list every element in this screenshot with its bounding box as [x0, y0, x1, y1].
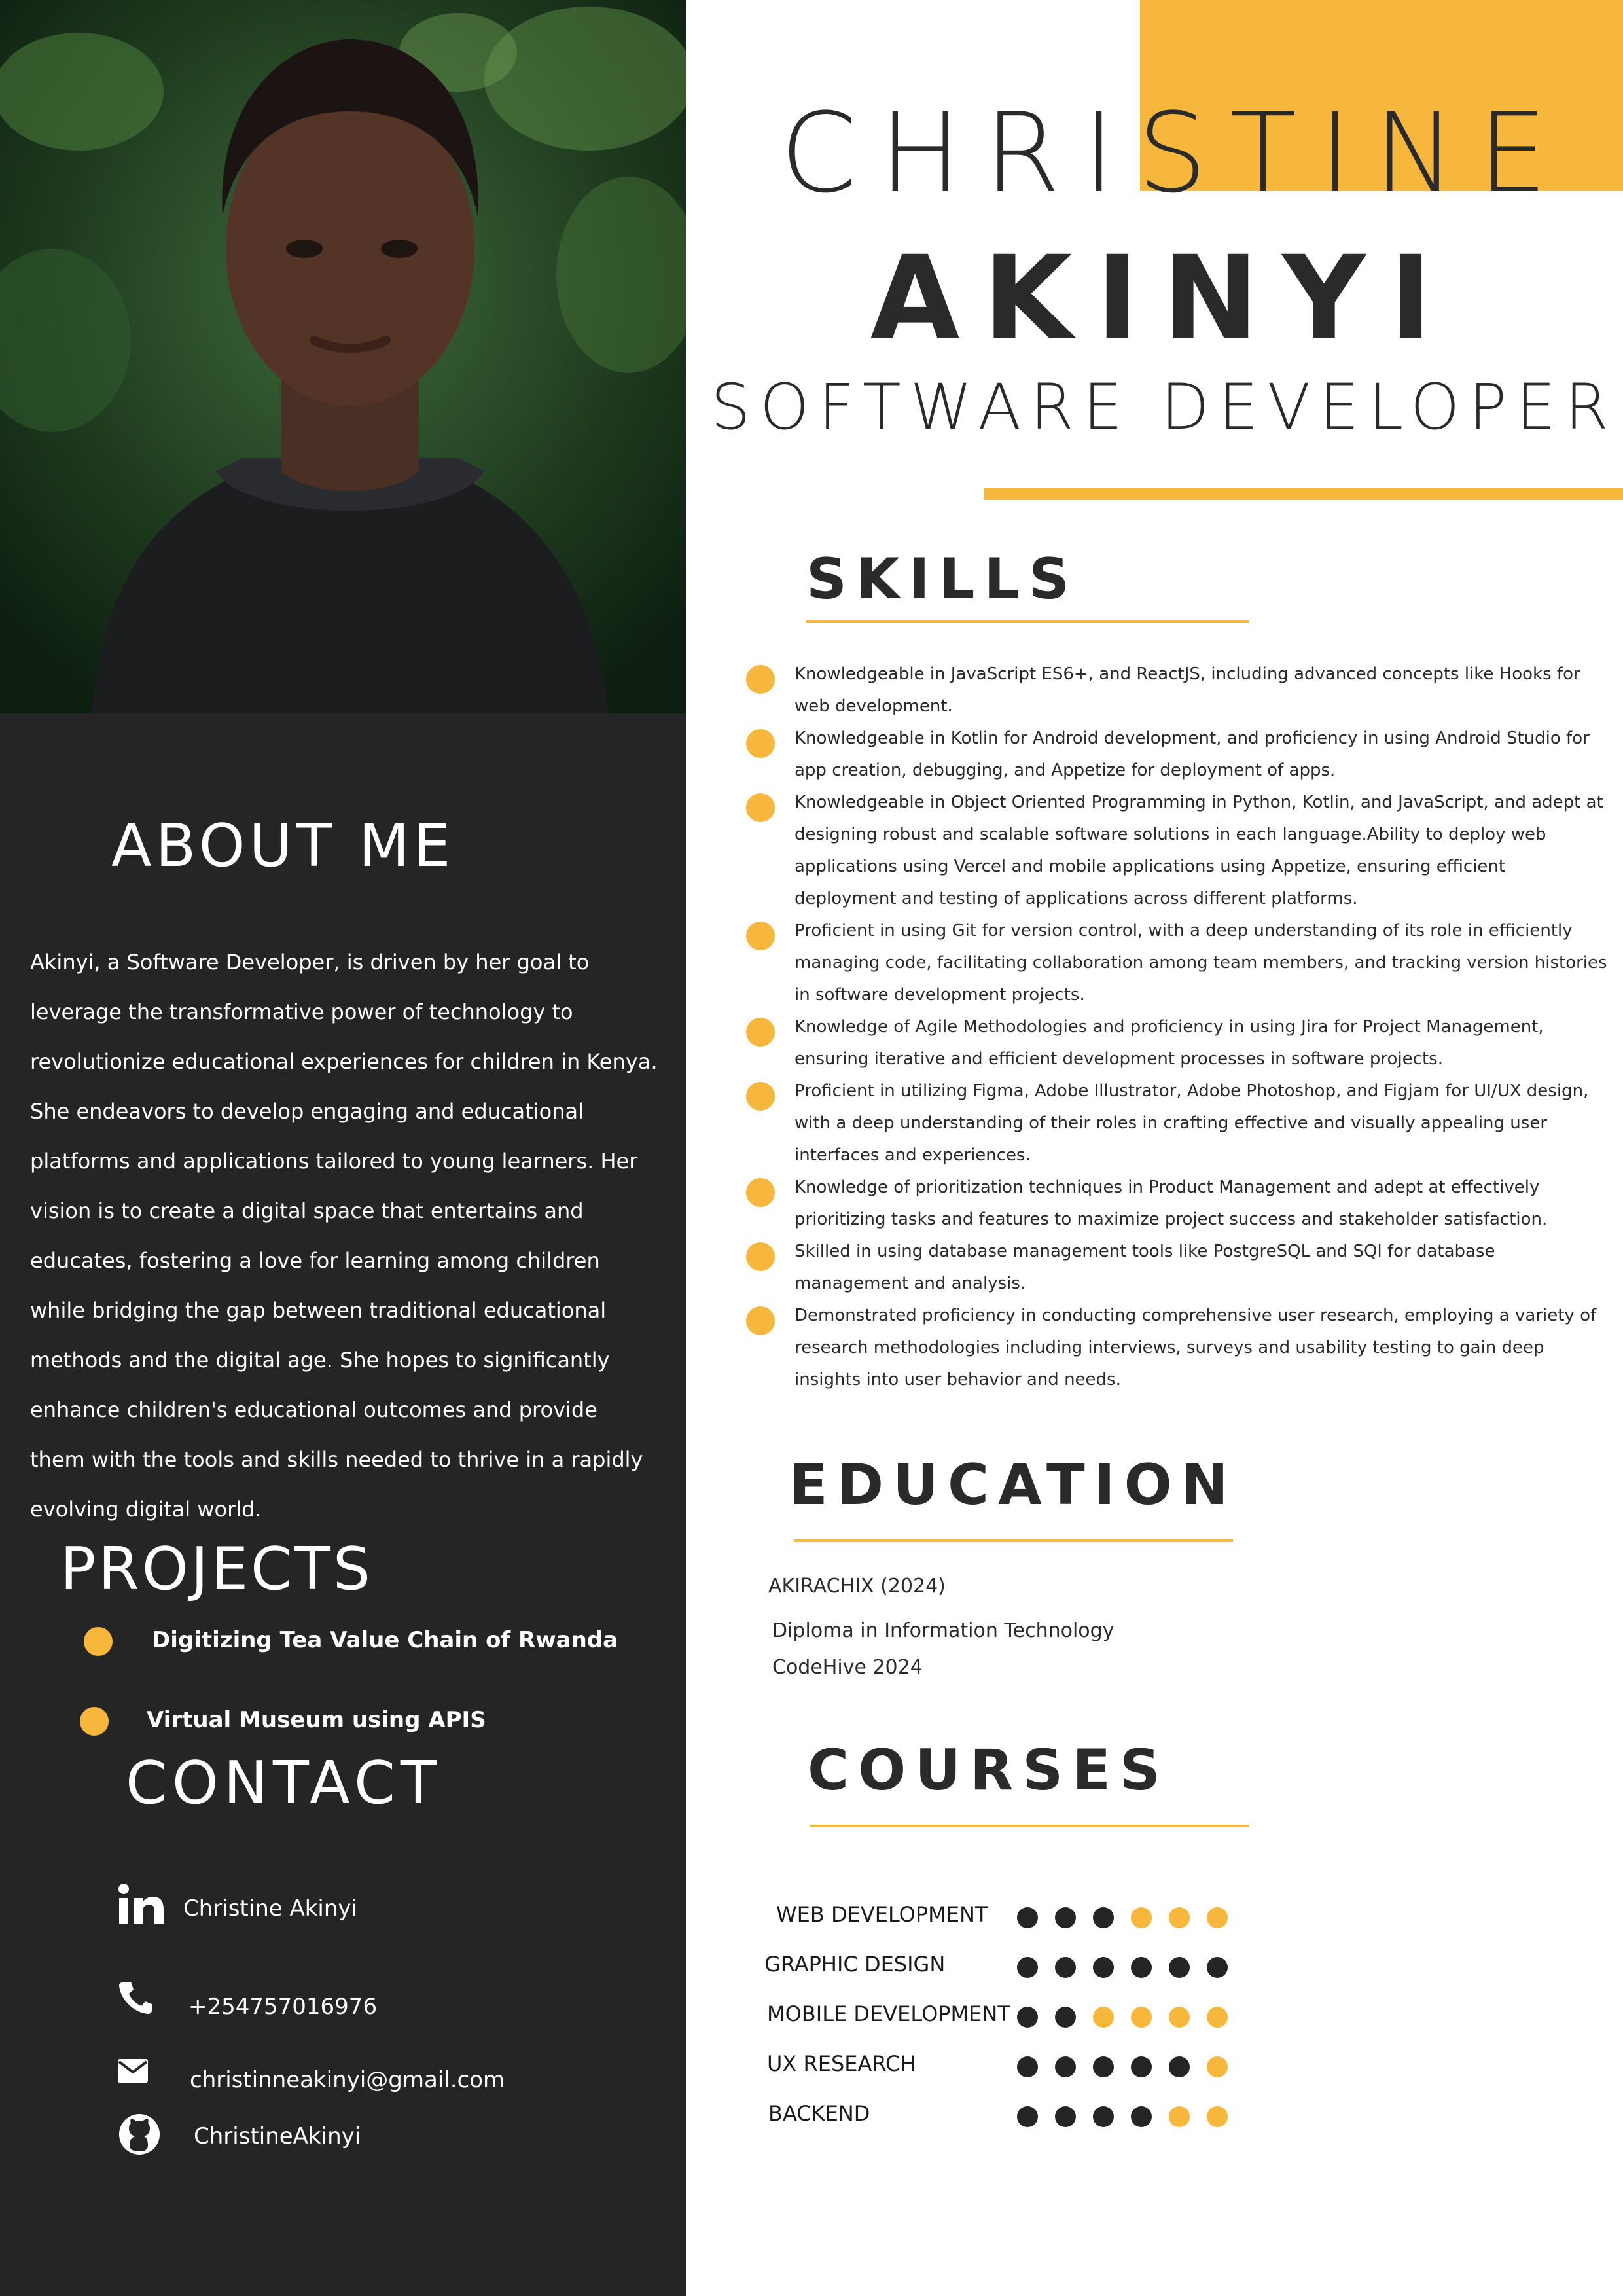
first-name: CHRISTINE — [780, 89, 1570, 217]
skill-text: Knowledgeable in Object Oriented Program… — [794, 793, 1603, 908]
rating-dot-filled — [1169, 1957, 1190, 1978]
skill-bullet — [746, 1242, 775, 1271]
about-text: Akinyi, a Software Developer, is driven … — [30, 950, 658, 1522]
course-name: BACKEND — [768, 2101, 870, 2126]
rating-dot-filled — [1017, 2007, 1038, 2028]
course-row: MOBILE DEVELOPMENT — [759, 2001, 1243, 2041]
skill-text: Proficient in utilizing Figma, Adobe Ill… — [794, 1081, 1589, 1165]
rating-dot-filled — [1131, 2056, 1152, 2077]
skill-item: Knowledgeable in Object Oriented Program… — [746, 787, 1610, 915]
course-row: BACKEND — [759, 2101, 1243, 2140]
skill-item: Skilled in using database management too… — [746, 1236, 1610, 1300]
education-institution: AKIRACHIX (2024) — [768, 1575, 946, 1598]
rating-dot-filled — [1131, 2106, 1152, 2127]
skill-item: Knowledge of prioritization techniques i… — [746, 1172, 1610, 1236]
skill-item: Demonstrated proficiency in conducting c… — [746, 1300, 1610, 1396]
skills-rule — [806, 620, 1249, 623]
rating-dot-empty — [1207, 1907, 1228, 1928]
skill-bullet — [746, 1018, 775, 1047]
email-address[interactable]: christinneakinyi@gmail.com — [190, 2067, 505, 2093]
rating-dot-filled — [1017, 2056, 1038, 2077]
rating-dot-filled — [1131, 1957, 1152, 1978]
github-username[interactable]: ChristineAkinyi — [194, 2123, 361, 2149]
skill-bullet — [746, 729, 775, 758]
rating-dot-empty — [1131, 2007, 1152, 2028]
rating-dot-filled — [1055, 2106, 1076, 2127]
github-icon — [118, 2113, 161, 2159]
rating-dot-empty — [1169, 2106, 1190, 2127]
skill-bullet — [746, 665, 775, 694]
project-item: Virtual Museum using APIS — [147, 1707, 486, 1733]
contact-heading: CONTACT — [126, 1749, 442, 1818]
education-heading: EDUCATION — [789, 1452, 1238, 1518]
rating-dot-filled — [1017, 1907, 1038, 1928]
rating-dot-filled — [1055, 2007, 1076, 2028]
skill-text: Knowledge of Agile Methodologies and pro… — [794, 1017, 1544, 1069]
skill-item: Proficient in utilizing Figma, Adobe Ill… — [746, 1075, 1610, 1172]
rating-dot-filled — [1055, 2056, 1076, 2077]
rating-dot-empty — [1207, 2056, 1228, 2077]
course-row: WEB DEVELOPMENT — [759, 1902, 1243, 1941]
skill-text: Skilled in using database management too… — [794, 1242, 1495, 1293]
skills-list: Knowledgeable in JavaScript ES6+, and Re… — [746, 658, 1610, 1396]
education-diploma: Diploma in Information Technology — [772, 1619, 1115, 1642]
skill-item: Knowledge of Agile Methodologies and pro… — [746, 1011, 1610, 1075]
education-other: CodeHive 2024 — [772, 1656, 923, 1679]
rating-dot-empty — [1131, 1907, 1152, 1928]
skill-bullet — [746, 1306, 775, 1335]
job-title: SOFTWARE DEVELOPER — [711, 370, 1618, 444]
rating-dot-filled — [1017, 2106, 1038, 2127]
course-name: WEB DEVELOPMENT — [776, 1902, 988, 1927]
about-heading: ABOUT ME — [111, 812, 455, 880]
rating-dot-filled — [1093, 2056, 1114, 2077]
project-item: Digitizing Tea Value Chain of Rwanda — [152, 1627, 618, 1653]
skill-bullet — [746, 1082, 775, 1111]
courses-rule — [810, 1825, 1249, 1827]
rating-dot-empty — [1093, 2007, 1114, 2028]
skill-item: Knowledgeable in JavaScript ES6+, and Re… — [746, 658, 1610, 723]
rating-dot-filled — [1093, 1907, 1114, 1928]
projects-heading: PROJECTS — [60, 1535, 374, 1604]
rating-dot-filled — [1169, 2056, 1190, 2077]
phone-icon — [118, 1979, 153, 2017]
course-name: MOBILE DEVELOPMENT — [767, 2001, 1010, 2026]
rating-dot-filled — [1055, 1957, 1076, 1978]
last-name: AKINYI — [870, 231, 1456, 365]
phone-number[interactable]: +254757016976 — [188, 1994, 377, 2020]
rating-dot-filled — [1093, 1957, 1114, 1978]
course-row: UX RESEARCH — [759, 2051, 1243, 2090]
rating-dot-empty — [1169, 1907, 1190, 1928]
education-rule — [794, 1539, 1233, 1542]
skill-bullet — [746, 922, 775, 950]
skill-bullet — [746, 1178, 775, 1207]
course-name: UX RESEARCH — [767, 2051, 916, 2076]
skills-heading: SKILLS — [806, 547, 1079, 612]
skill-text: Demonstrated proficiency in conducting c… — [794, 1306, 1597, 1390]
skill-text: Proficient in using Git for version cont… — [794, 921, 1607, 1005]
rating-dot-filled — [1093, 2106, 1114, 2127]
skill-bullet — [746, 793, 775, 822]
title-underline — [984, 488, 1623, 500]
skill-text: Knowledgeable in Kotlin for Android deve… — [794, 728, 1590, 780]
skill-text: Knowledgeable in JavaScript ES6+, and Re… — [794, 664, 1580, 716]
rating-dot-filled — [1055, 1907, 1076, 1928]
rating-dot-filled — [1207, 1957, 1228, 1978]
rating-dot-filled — [1017, 1957, 1038, 1978]
skill-item: Proficient in using Git for version cont… — [746, 915, 1610, 1011]
course-name: GRAPHIC DESIGN — [764, 1952, 946, 1977]
skill-item: Knowledgeable in Kotlin for Android deve… — [746, 723, 1610, 787]
courses-heading: COURSES — [808, 1738, 1169, 1803]
email-icon — [118, 2059, 148, 2085]
linkedin-link[interactable]: Christine Akinyi — [183, 1895, 357, 1922]
project-bullet — [84, 1627, 113, 1656]
rating-dot-empty — [1207, 2106, 1228, 2127]
rating-dot-empty — [1207, 2007, 1228, 2028]
profile-photo — [0, 0, 686, 713]
course-row: GRAPHIC DESIGN — [759, 1952, 1243, 1991]
linkedin-icon — [118, 1884, 165, 1928]
rating-dot-empty — [1169, 2007, 1190, 2028]
project-bullet — [80, 1707, 109, 1736]
skill-text: Knowledge of prioritization techniques i… — [794, 1177, 1548, 1229]
